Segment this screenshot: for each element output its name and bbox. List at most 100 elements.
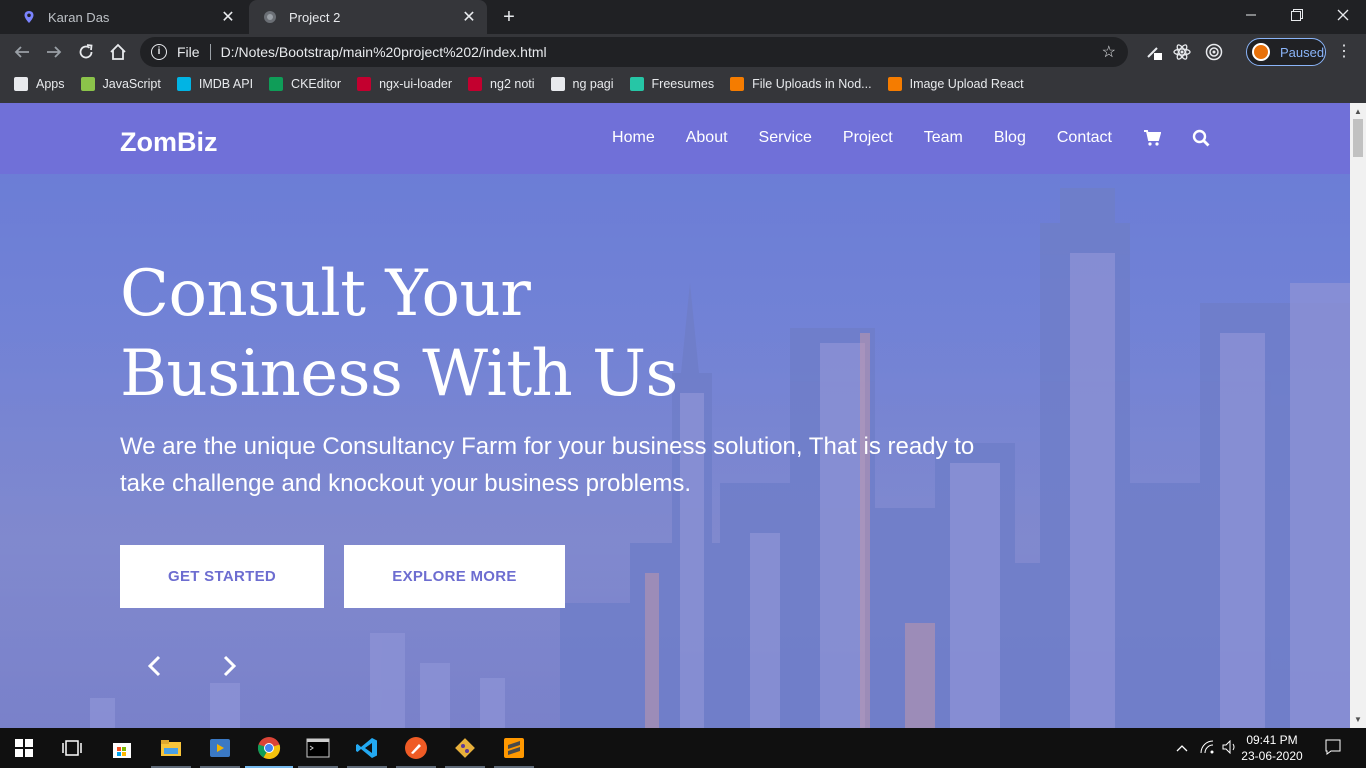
store-app[interactable] xyxy=(98,728,146,768)
bookmark-favicon-icon xyxy=(887,77,902,91)
vscode-icon xyxy=(356,738,377,758)
restore-button[interactable] xyxy=(1274,0,1320,30)
search-icon[interactable] xyxy=(1192,129,1210,147)
headline-line-2: Business With Us xyxy=(120,337,678,411)
nav-about[interactable]: About xyxy=(686,129,728,147)
pen-extension-icon[interactable] xyxy=(1144,42,1164,62)
bookmark-item[interactable]: Apps xyxy=(14,77,65,91)
profile-button[interactable]: Paused xyxy=(1246,38,1326,66)
media-player-app[interactable] xyxy=(196,728,244,768)
clock-date: 23-06-2020 xyxy=(1241,749,1303,763)
git-app[interactable] xyxy=(441,728,489,768)
close-tab-icon[interactable]: ✕ xyxy=(218,7,238,27)
reload-icon xyxy=(79,44,93,59)
close-window-button[interactable] xyxy=(1320,0,1366,30)
scroll-down-icon[interactable]: ▼ xyxy=(1354,715,1362,724)
forward-button[interactable] xyxy=(42,40,66,64)
nav-project[interactable]: Project xyxy=(843,129,893,147)
file-explorer-app[interactable] xyxy=(147,728,195,768)
bookmark-favicon-icon xyxy=(80,77,95,91)
address-bar[interactable]: i File D:/Notes/Bootstrap/main%20project… xyxy=(140,37,1128,67)
bookmark-item[interactable]: JavaScript xyxy=(80,77,161,91)
bookmark-label: Image Upload React xyxy=(909,77,1024,91)
city-skyline-image xyxy=(90,188,1350,728)
postman-app[interactable] xyxy=(392,728,440,768)
scrollbar-thumb[interactable] xyxy=(1353,119,1363,157)
carousel-next-icon[interactable] xyxy=(217,654,241,678)
terminal-app[interactable] xyxy=(294,728,342,768)
volume-icon[interactable] xyxy=(1222,739,1238,757)
carousel-prev-icon[interactable] xyxy=(143,654,167,678)
bookmark-favicon-icon xyxy=(468,77,483,91)
explore-more-button[interactable]: EXPLORE MORE xyxy=(344,545,565,608)
bookmark-item[interactable]: ng2 noti xyxy=(468,77,535,91)
nav-service[interactable]: Service xyxy=(759,129,812,147)
bookmark-label: File Uploads in Nod... xyxy=(752,77,872,91)
new-tab-button[interactable]: + xyxy=(498,6,520,28)
react-devtools-icon[interactable] xyxy=(1172,42,1192,62)
tab-karan-das[interactable]: Karan Das ✕ xyxy=(8,0,246,34)
tab-project-2[interactable]: Project 2 ✕ xyxy=(249,0,487,34)
headline-line-1: Consult Your xyxy=(120,257,531,331)
reload-button[interactable] xyxy=(74,40,98,64)
bookmark-label: CKEditor xyxy=(291,77,342,91)
folder-icon xyxy=(161,740,181,756)
network-icon[interactable] xyxy=(1200,740,1216,757)
get-started-button[interactable]: GET STARTED xyxy=(120,545,324,608)
more-menu-icon[interactable]: ⋮ xyxy=(1336,42,1352,62)
nav-team[interactable]: Team xyxy=(924,129,963,147)
home-button[interactable] xyxy=(106,40,130,64)
bookmark-item[interactable]: File Uploads in Nod... xyxy=(730,77,872,91)
bookmarks-bar: Apps JavaScript IMDB API CKEditor ngx-ui-loa… xyxy=(0,70,1366,98)
globe-icon xyxy=(264,11,276,23)
restore-icon xyxy=(1291,9,1303,21)
site-logo[interactable]: ZomBiz xyxy=(120,127,218,158)
notifications-icon[interactable] xyxy=(1325,739,1341,758)
tray-chevron-icon[interactable] xyxy=(1176,740,1188,755)
scroll-up-icon[interactable]: ▲ xyxy=(1354,107,1362,116)
site-navbar: ZomBiz Home About Service Project Team B… xyxy=(0,103,1350,174)
browser-chrome: Karan Das ✕ Project 2 ✕ + i File D:/Note… xyxy=(0,0,1366,103)
hero-headline: Consult Your Business With Us xyxy=(120,254,678,414)
bookmark-item[interactable]: CKEditor xyxy=(269,77,341,91)
arrow-left-icon xyxy=(14,46,29,58)
url-text[interactable]: D:/Notes/Bootstrap/main%20project%202/in… xyxy=(221,44,1102,60)
profile-status: Paused xyxy=(1280,44,1325,60)
info-icon[interactable]: i xyxy=(151,44,167,60)
minimize-icon xyxy=(1246,14,1256,16)
bookmark-item[interactable]: IMDB API xyxy=(176,77,253,91)
close-tab-icon[interactable]: ✕ xyxy=(459,7,479,27)
web-page: Consult Your Business With Us We are the… xyxy=(0,103,1350,728)
tab-title: Karan Das xyxy=(48,9,110,25)
nav-home[interactable]: Home xyxy=(612,129,655,147)
bookmark-item[interactable]: Image Upload React xyxy=(887,77,1024,91)
media-icon xyxy=(210,739,230,757)
vscode-app[interactable] xyxy=(343,728,391,768)
bookmark-item[interactable]: Freesumes xyxy=(629,77,715,91)
tab-strip: Karan Das ✕ Project 2 ✕ + xyxy=(0,0,1366,34)
cart-icon[interactable] xyxy=(1143,129,1161,147)
chrome-app[interactable] xyxy=(245,728,293,768)
nav-blog[interactable]: Blog xyxy=(994,129,1026,147)
bookmark-item[interactable]: ngx-ui-loader xyxy=(357,77,452,91)
nav-contact[interactable]: Contact xyxy=(1057,129,1112,147)
sublime-app[interactable] xyxy=(490,728,538,768)
vertical-scrollbar[interactable]: ▲ ▼ xyxy=(1350,103,1366,728)
bookmark-label: Freesumes xyxy=(651,77,715,91)
bookmark-star-icon[interactable]: ☆ xyxy=(1102,42,1116,62)
bookmark-favicon-icon xyxy=(176,77,191,91)
bookmark-item[interactable]: ng pagi xyxy=(550,77,614,91)
hero-subtitle: We are the unique Consultancy Farm for y… xyxy=(120,433,975,497)
target-extension-icon[interactable] xyxy=(1204,42,1224,62)
store-icon xyxy=(113,743,131,758)
avatar xyxy=(1252,43,1270,61)
bookmark-label: ng pagi xyxy=(572,77,614,91)
minimize-button[interactable] xyxy=(1228,0,1274,30)
task-view-button[interactable] xyxy=(48,728,96,768)
back-button[interactable] xyxy=(10,40,34,64)
git-icon xyxy=(455,738,475,758)
task-view-icon xyxy=(62,740,82,756)
system-clock[interactable]: 09:41 PM 23-06-2020 xyxy=(1240,732,1304,764)
start-button[interactable] xyxy=(0,728,48,768)
bookmark-favicon-icon xyxy=(269,77,284,91)
